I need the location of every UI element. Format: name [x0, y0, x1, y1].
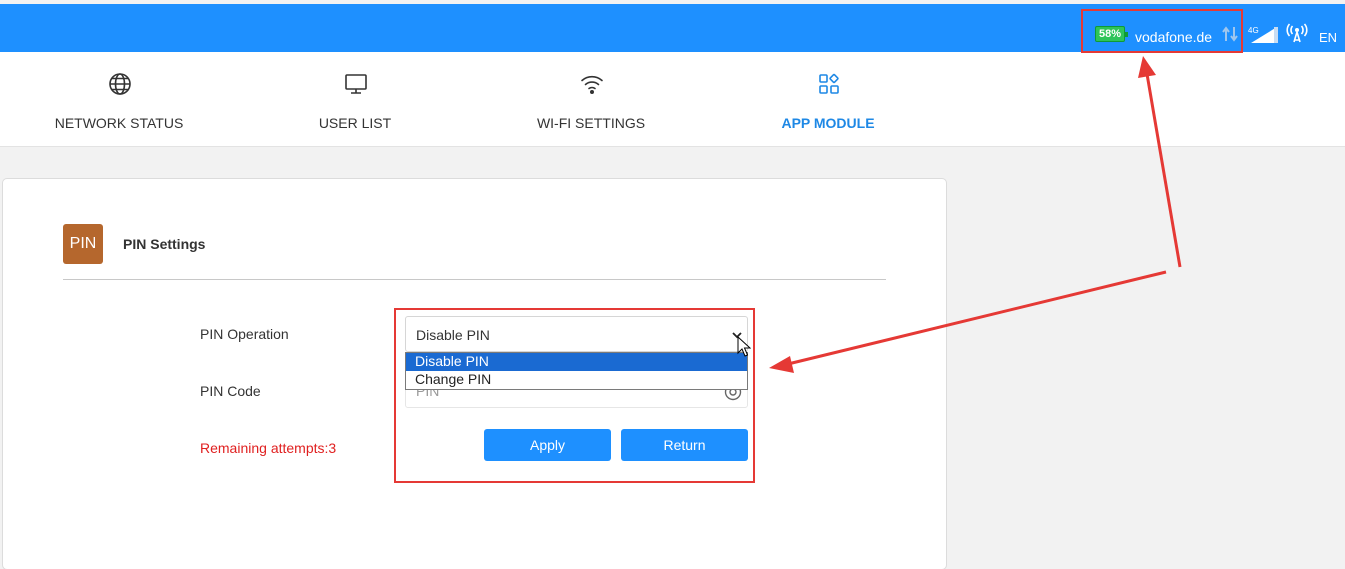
- divider: [63, 279, 886, 280]
- pin-code-label: PIN Code: [200, 383, 261, 399]
- annotation-box-form: [394, 308, 755, 483]
- nav-network-status[interactable]: NETWORK STATUS: [9, 52, 229, 147]
- nav-label: NETWORK STATUS: [54, 115, 184, 131]
- nav-wifi-settings[interactable]: WI-FI SETTINGS: [481, 52, 701, 147]
- nav-user-list[interactable]: USER LIST: [245, 52, 465, 147]
- card-title: PIN Settings: [123, 236, 206, 252]
- nav-label: APP MODULE: [781, 115, 875, 131]
- annotation-box-status: [1081, 9, 1243, 53]
- remaining-attempts: Remaining attempts:3: [200, 440, 337, 456]
- nav-label: WI-FI SETTINGS: [536, 115, 646, 131]
- nav-label: USER LIST: [318, 115, 392, 131]
- monitor-icon: [345, 74, 367, 94]
- signal-strength-icon: 4G: [1248, 26, 1278, 43]
- antenna-icon: [1286, 23, 1308, 43]
- main-nav: NETWORK STATUS USER LIST WI-FI SETTINGS …: [0, 52, 1345, 147]
- pin-operation-label: PIN Operation: [200, 326, 289, 342]
- globe-icon: [109, 73, 131, 95]
- wifi-icon: [581, 75, 603, 94]
- pin-badge-icon: PIN: [63, 224, 103, 264]
- apps-icon: [819, 73, 839, 94]
- language-switch[interactable]: EN: [1319, 30, 1337, 45]
- network-type-label: 4G: [1248, 26, 1259, 35]
- nav-app-module[interactable]: APP MODULE: [718, 52, 938, 147]
